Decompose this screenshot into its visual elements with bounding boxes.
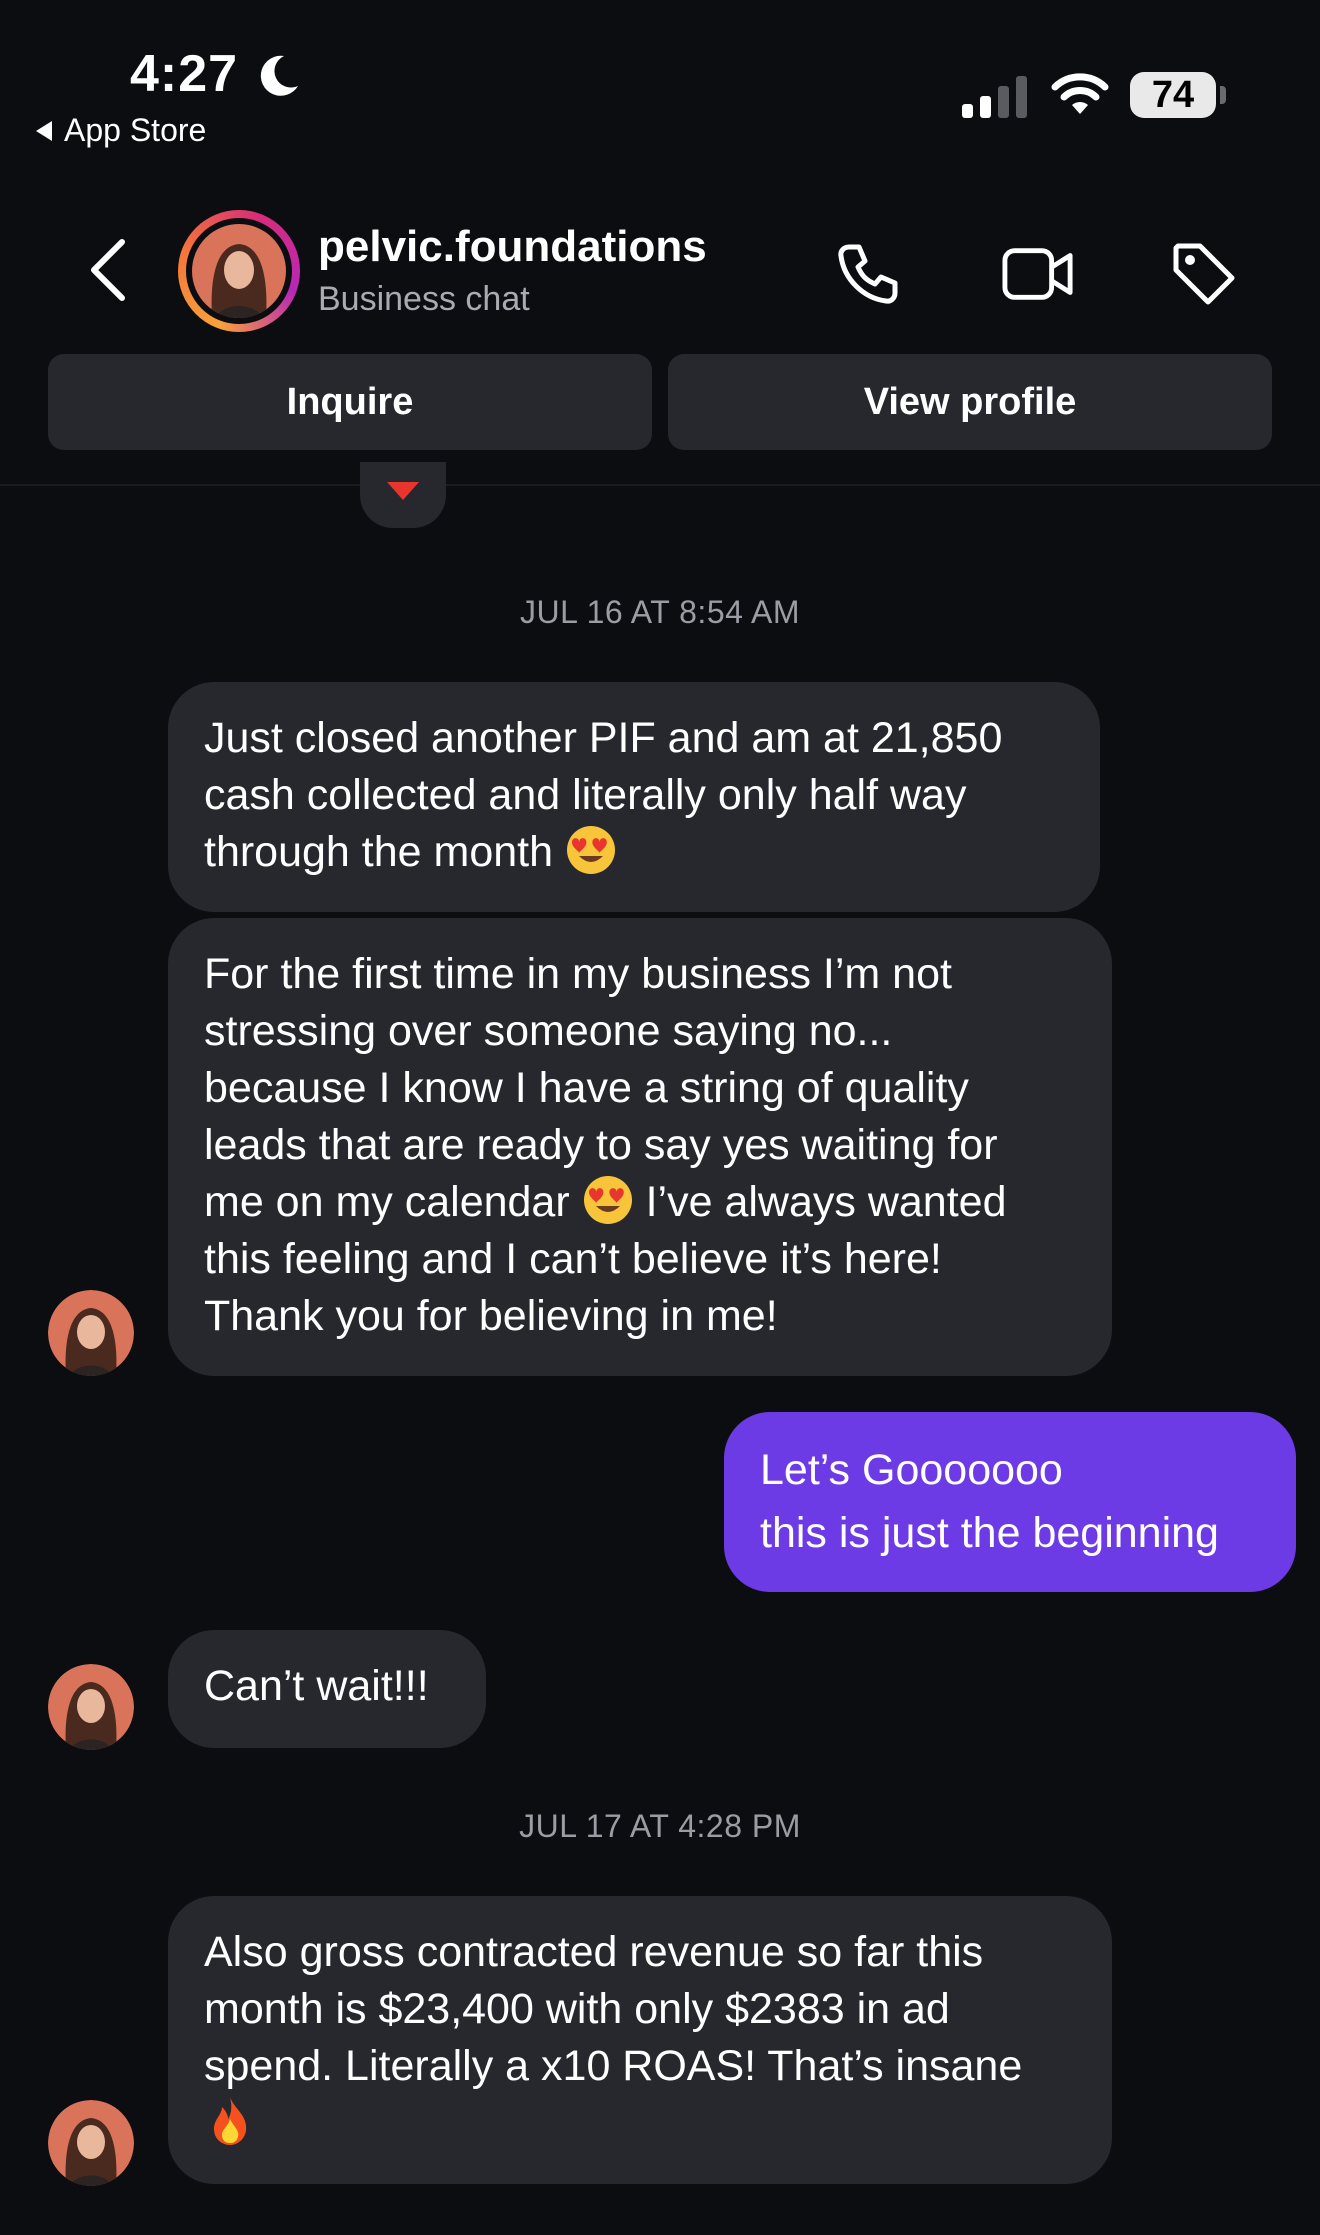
video-call-button[interactable] [1002,238,1074,310]
sender-avatar[interactable] [48,1664,134,1750]
message-reaction[interactable] [360,462,446,528]
avatar[interactable] [192,224,286,318]
chat-subtitle: Business chat [318,280,530,318]
back-triangle-icon [36,120,52,141]
battery-nub [1220,86,1226,104]
incoming-message[interactable]: Just closed another PIF and am at 21,850… [168,682,1100,912]
header-divider [0,484,1320,486]
moon-icon [260,55,298,96]
view-profile-button[interactable]: View profile [668,354,1272,450]
message-text: Can’t wait!!! [204,1662,429,1710]
tag-button[interactable] [1168,238,1240,310]
battery-icon: 74 [1130,72,1216,118]
phone-icon [838,244,898,304]
message-text: Let’s Gooooooo [760,1446,1063,1494]
incoming-message[interactable]: Also gross contracted revenue so far thi… [168,1896,1112,2184]
incoming-message[interactable]: Can’t wait!!! [168,1630,486,1748]
status-time: 4:27 [130,45,239,103]
chevron-left-icon[interactable] [88,238,128,302]
timestamp: JUL 17 AT 4:28 PM [519,1808,801,1844]
chat-title[interactable]: pelvic.foundations [318,222,707,272]
phone-call-button[interactable] [832,238,904,310]
timestamp: JUL 16 AT 8:54 AM [519,594,801,630]
fire-emoji [214,2097,247,2145]
message-text: this is just the beginning [760,1509,1219,1557]
wifi-icon [1051,73,1109,114]
heart-eyes-emoji [583,1176,632,1224]
video-icon [1002,248,1073,300]
back-to-app-store[interactable]: App Store [36,112,206,149]
incoming-message[interactable]: For the first time in my business I’m no… [168,918,1112,1376]
signal-icon [962,76,1027,118]
inquire-button[interactable]: Inquire [48,354,652,450]
tag-icon [1173,243,1235,305]
back-app-label: App Store [64,112,207,148]
sender-avatar[interactable] [48,2100,134,2186]
heart-eyes-emoji [566,826,615,874]
message-text: Also gross contracted revenue so far thi… [204,1928,1023,2090]
sender-avatar[interactable] [48,1290,134,1376]
heart-reaction-icon [387,482,419,500]
outgoing-message[interactable]: Let’s Gooooooo this is just the beginning [724,1412,1296,1592]
